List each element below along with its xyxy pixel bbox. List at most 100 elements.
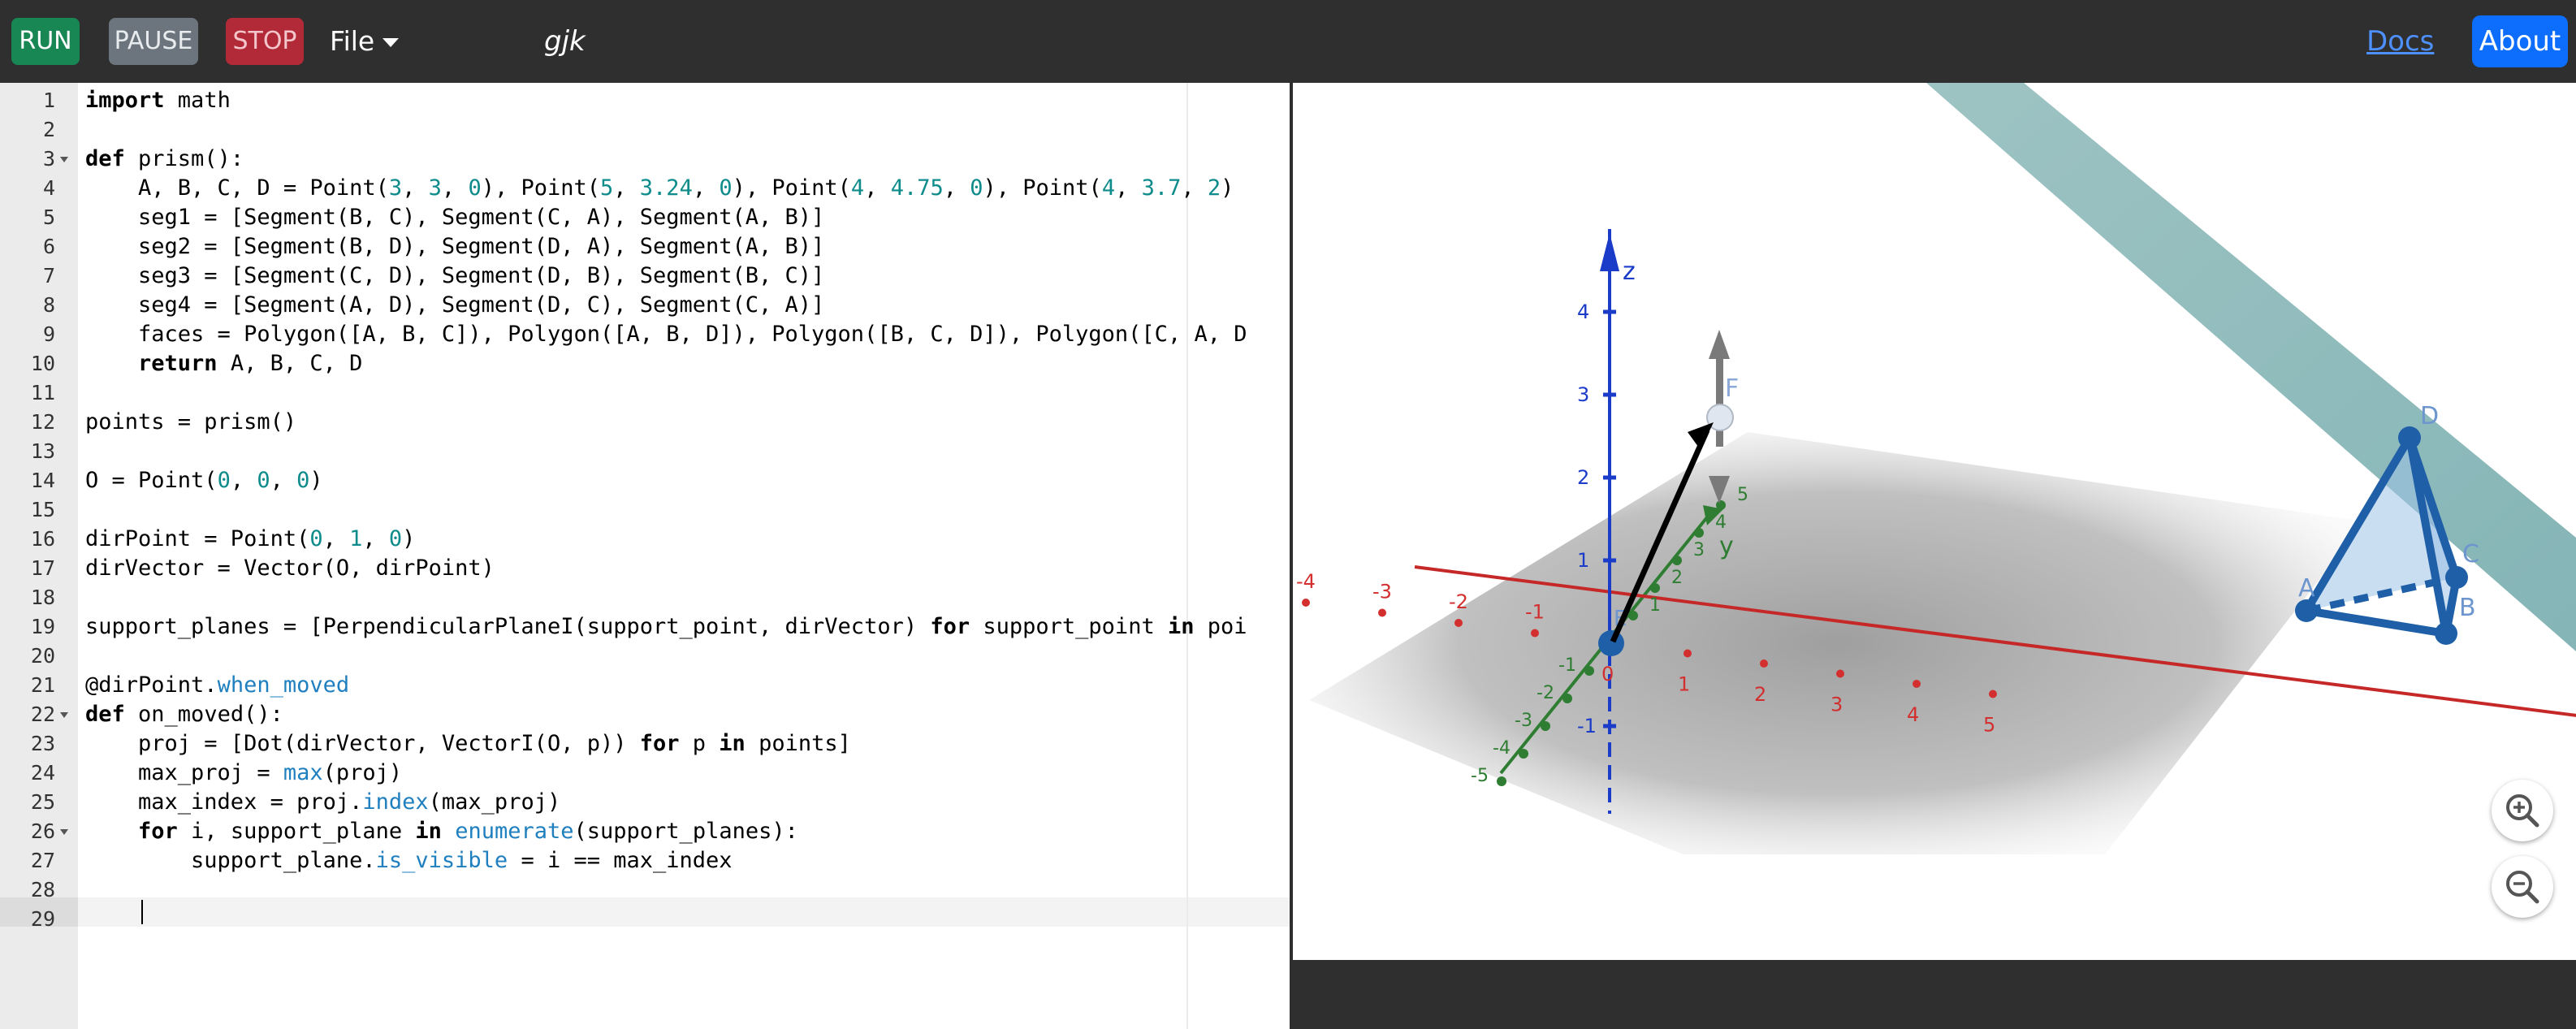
fold-arrow-icon[interactable]: [60, 712, 68, 718]
code-text: faces = Polygon([A, B, C]), Polygon([A, …: [85, 320, 1247, 349]
line-number: 16: [30, 527, 55, 551]
x-tick-mark: [1683, 649, 1692, 658]
code-text: @dirPoint.when_moved: [85, 671, 349, 700]
point-b[interactable]: [2435, 622, 2457, 645]
code-token: ,: [441, 175, 469, 201]
code-line[interactable]: 16 dirPoint = Point(0, 1, 0): [0, 525, 1290, 554]
code-token: def: [85, 702, 125, 727]
code-token: 5: [600, 175, 614, 201]
code-line[interactable]: 15: [0, 495, 1290, 525]
bottom-panel: [1290, 960, 2576, 1029]
code-token: in: [719, 731, 746, 756]
zoom-out-button[interactable]: [2492, 856, 2553, 918]
code-line[interactable]: 19 support_planes = [PerpendicularPlaneI(…: [0, 612, 1290, 642]
code-line[interactable]: 12 points = prism(): [0, 408, 1290, 437]
origin-point[interactable]: [1598, 630, 1624, 656]
code-line[interactable]: 24 max_proj = max(proj): [0, 759, 1290, 788]
code-token: import: [85, 88, 165, 113]
pause-button[interactable]: PAUSE: [109, 18, 198, 65]
code-token: (proj): [322, 760, 403, 785]
line-number: 9: [42, 322, 55, 346]
about-button[interactable]: About: [2472, 15, 2568, 67]
y-tick-mark: [1650, 583, 1660, 593]
code-line[interactable]: 8 seg4 = [Segment(A, D), Segment(D, C), …: [0, 291, 1290, 320]
fold-arrow-icon[interactable]: [60, 157, 68, 162]
move-up-arrow-icon[interactable]: [1709, 330, 1730, 359]
line-number: 14: [30, 469, 55, 492]
zoom-in-button[interactable]: [2492, 780, 2553, 841]
code-editor[interactable]: 1 import math 2 3 def prism(): 4 A, B, C, D =…: [0, 83, 1290, 1029]
project-title[interactable]: gjk: [544, 18, 586, 65]
file-menu[interactable]: File: [330, 18, 400, 65]
run-button[interactable]: RUN: [11, 18, 80, 65]
x-tick-label: 0: [1601, 663, 1614, 685]
code-line[interactable]: 13: [0, 437, 1290, 466]
code-line[interactable]: 26 for i, support_plane in enumerate(sup…: [0, 817, 1290, 846]
code-line[interactable]: 18: [0, 583, 1290, 612]
code-token: max_index = proj.: [85, 789, 363, 815]
line-number: 5: [42, 205, 55, 229]
code-line[interactable]: 29: [0, 905, 1290, 934]
point-d[interactable]: [2398, 426, 2421, 449]
file-menu-label: File: [330, 25, 375, 57]
line-number: 3: [42, 147, 55, 171]
code-token: 0: [217, 468, 231, 493]
code-line[interactable]: 6 seg2 = [Segment(B, D), Segment(D, A), …: [0, 232, 1290, 262]
code-token: def: [85, 146, 125, 171]
code-token: ), Point(: [983, 175, 1102, 201]
x-tick-label: 5: [1983, 714, 1995, 737]
code-line[interactable]: 9 faces = Polygon([A, B, C]), Polygon([A…: [0, 320, 1290, 349]
code-line[interactable]: 7 seg3 = [Segment(C, D), Segment(D, B), …: [0, 262, 1290, 291]
line-number: 19: [30, 615, 55, 638]
line-number: 24: [30, 761, 55, 785]
code-line[interactable]: 3 def prism():: [0, 145, 1290, 174]
stop-button[interactable]: STOP: [226, 18, 304, 65]
code-token: max_proj =: [85, 760, 283, 785]
code-line[interactable]: 28: [0, 876, 1290, 905]
code-text: support_plane.is_visible = i == max_inde…: [85, 846, 733, 876]
code-line[interactable]: 17 dirVector = Vector(O, dirPoint): [0, 554, 1290, 583]
code-line[interactable]: 5 seg1 = [Segment(B, C), Segment(C, A), …: [0, 203, 1290, 232]
code-line[interactable]: 11: [0, 378, 1290, 408]
toolbar: RUN PAUSE STOP File gjk Docs About: [0, 0, 2576, 83]
code-token: math: [164, 88, 231, 113]
docs-link[interactable]: Docs: [2366, 18, 2434, 65]
code-token: 3.7: [1141, 175, 1182, 201]
code-token: ,: [362, 526, 389, 551]
code-token: ): [1221, 175, 1234, 201]
x-tick-label: -2: [1449, 590, 1468, 613]
code-token: @dirPoint.: [85, 672, 218, 698]
code-token: 0: [309, 526, 323, 551]
y-tick-label: -1: [1558, 655, 1576, 676]
point-c[interactable]: [2445, 566, 2468, 589]
code-line[interactable]: 23 proj = [Dot(dirVector, VectorI(O, p))…: [0, 729, 1290, 759]
code-line[interactable]: 4 A, B, C, D = Point(3, 3, 0), Point(5, …: [0, 174, 1290, 203]
x-tick-mark: [1760, 659, 1768, 668]
code-token: dirVector = Vector(O, dirPoint): [85, 556, 495, 581]
code-token: ), Point(: [732, 175, 851, 201]
code-line[interactable]: 21 @dirPoint.when_moved: [0, 671, 1290, 700]
code-token: max: [283, 760, 323, 785]
code-line[interactable]: 10 return A, B, C, D: [0, 349, 1290, 378]
code-line[interactable]: 25 max_index = proj.index(max_proj): [0, 788, 1290, 817]
fold-arrow-icon[interactable]: [60, 829, 68, 835]
code-token: 4.75: [890, 175, 944, 201]
code-token: points]: [745, 731, 851, 756]
line-number: 13: [30, 439, 55, 463]
code-line[interactable]: 2: [0, 115, 1290, 145]
code-token: in: [415, 819, 442, 844]
graphics-3d-view[interactable]: y x z -5-4-3-2-1012345-5-4-3-2-112345-11…: [1220, 83, 2576, 960]
code-line[interactable]: 27 support_plane.is_visible = i == max_i…: [0, 846, 1290, 876]
scene-svg[interactable]: y x z -5-4-3-2-1012345-5-4-3-2-112345-11…: [1220, 83, 2576, 960]
code-line[interactable]: 14 O = Point(0, 0, 0): [0, 466, 1290, 495]
point-a[interactable]: [2295, 599, 2318, 622]
code-line[interactable]: 22 def on_moved():: [0, 700, 1290, 729]
code-text: def prism():: [85, 145, 244, 174]
code-token: ,: [613, 175, 640, 201]
code-line[interactable]: 20: [0, 642, 1290, 671]
code-line[interactable]: 1 import math: [0, 86, 1290, 115]
code-token: for: [639, 731, 680, 756]
code-token: faces = Polygon([A, B, C]), Polygon([A, …: [85, 322, 1247, 347]
move-handle-bar[interactable]: [1716, 357, 1723, 447]
